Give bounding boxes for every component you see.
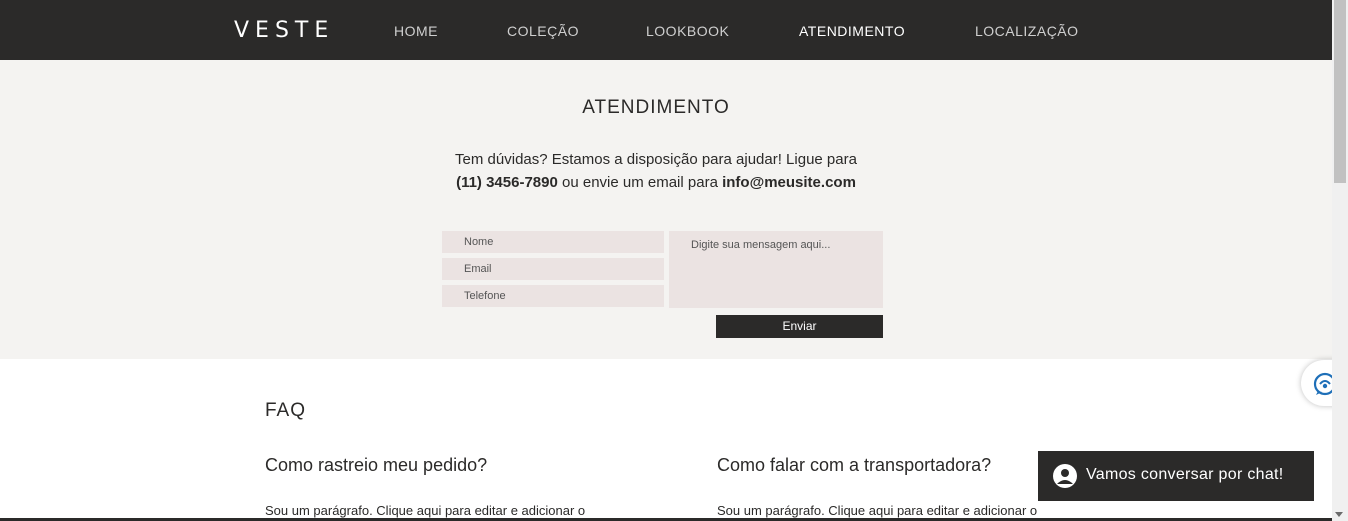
page-title: ATENDIMENTO — [582, 97, 730, 118]
nav-localizacao[interactable]: LOCALIZAÇÃO — [975, 23, 1079, 39]
name-field-placeholder: Nome — [464, 236, 494, 248]
message-field[interactable]: Digite sua mensagem aqui... — [669, 231, 883, 308]
nav-atendimento[interactable]: ATENDIMENTO — [799, 23, 905, 39]
site-logo[interactable]: VESTE — [234, 18, 334, 43]
faq-title: FAQ — [265, 400, 307, 421]
scroll-down-arrow-icon[interactable] — [1335, 512, 1343, 517]
phone-field[interactable]: Telefone — [442, 285, 664, 307]
contact-section: ATENDIMENTO Tem dúvidas? Estamos a dispo… — [0, 60, 1332, 359]
faq-answer: Sou um parágrafo. Clique aqui para edita… — [717, 503, 1038, 518]
message-field-placeholder: Digite sua mensagem aqui... — [691, 239, 831, 251]
phone-number: (11) 3456-7890 — [456, 174, 558, 191]
faq-answer: Sou um parágrafo. Clique aqui para edita… — [265, 503, 586, 518]
contact-intro: Tem dúvidas? Estamos a disposição para a… — [416, 148, 896, 194]
user-icon — [1053, 464, 1077, 488]
chat-label: Vamos conversar por chat! — [1086, 466, 1284, 483]
nav-colecao[interactable]: COLEÇÃO — [507, 23, 579, 39]
nav-home[interactable]: HOME — [394, 23, 438, 39]
name-field[interactable]: Nome — [442, 231, 664, 253]
scroll-thumb[interactable] — [1334, 0, 1346, 183]
scrollbar[interactable] — [1332, 0, 1348, 521]
site-header: VESTE HOME COLEÇÃO LOOKBOOK ATENDIMENTO … — [0, 0, 1332, 60]
faq-question: Como falar com a transportadora? — [717, 455, 992, 475]
email-field[interactable]: Email — [442, 258, 664, 280]
nav-lookbook[interactable]: LOOKBOOK — [646, 23, 729, 39]
phone-field-placeholder: Telefone — [464, 290, 506, 302]
intro-text: Tem dúvidas? Estamos a disposição para a… — [455, 151, 857, 168]
send-button[interactable]: Enviar — [716, 315, 883, 338]
email-field-placeholder: Email — [464, 263, 492, 275]
faq-question: Como rastreio meu pedido? — [265, 455, 488, 475]
contact-email: info@meusite.com — [722, 174, 856, 191]
intro-middle-text: ou envie um email para — [557, 174, 723, 191]
chat-bar[interactable]: Vamos conversar por chat! — [1038, 451, 1314, 501]
